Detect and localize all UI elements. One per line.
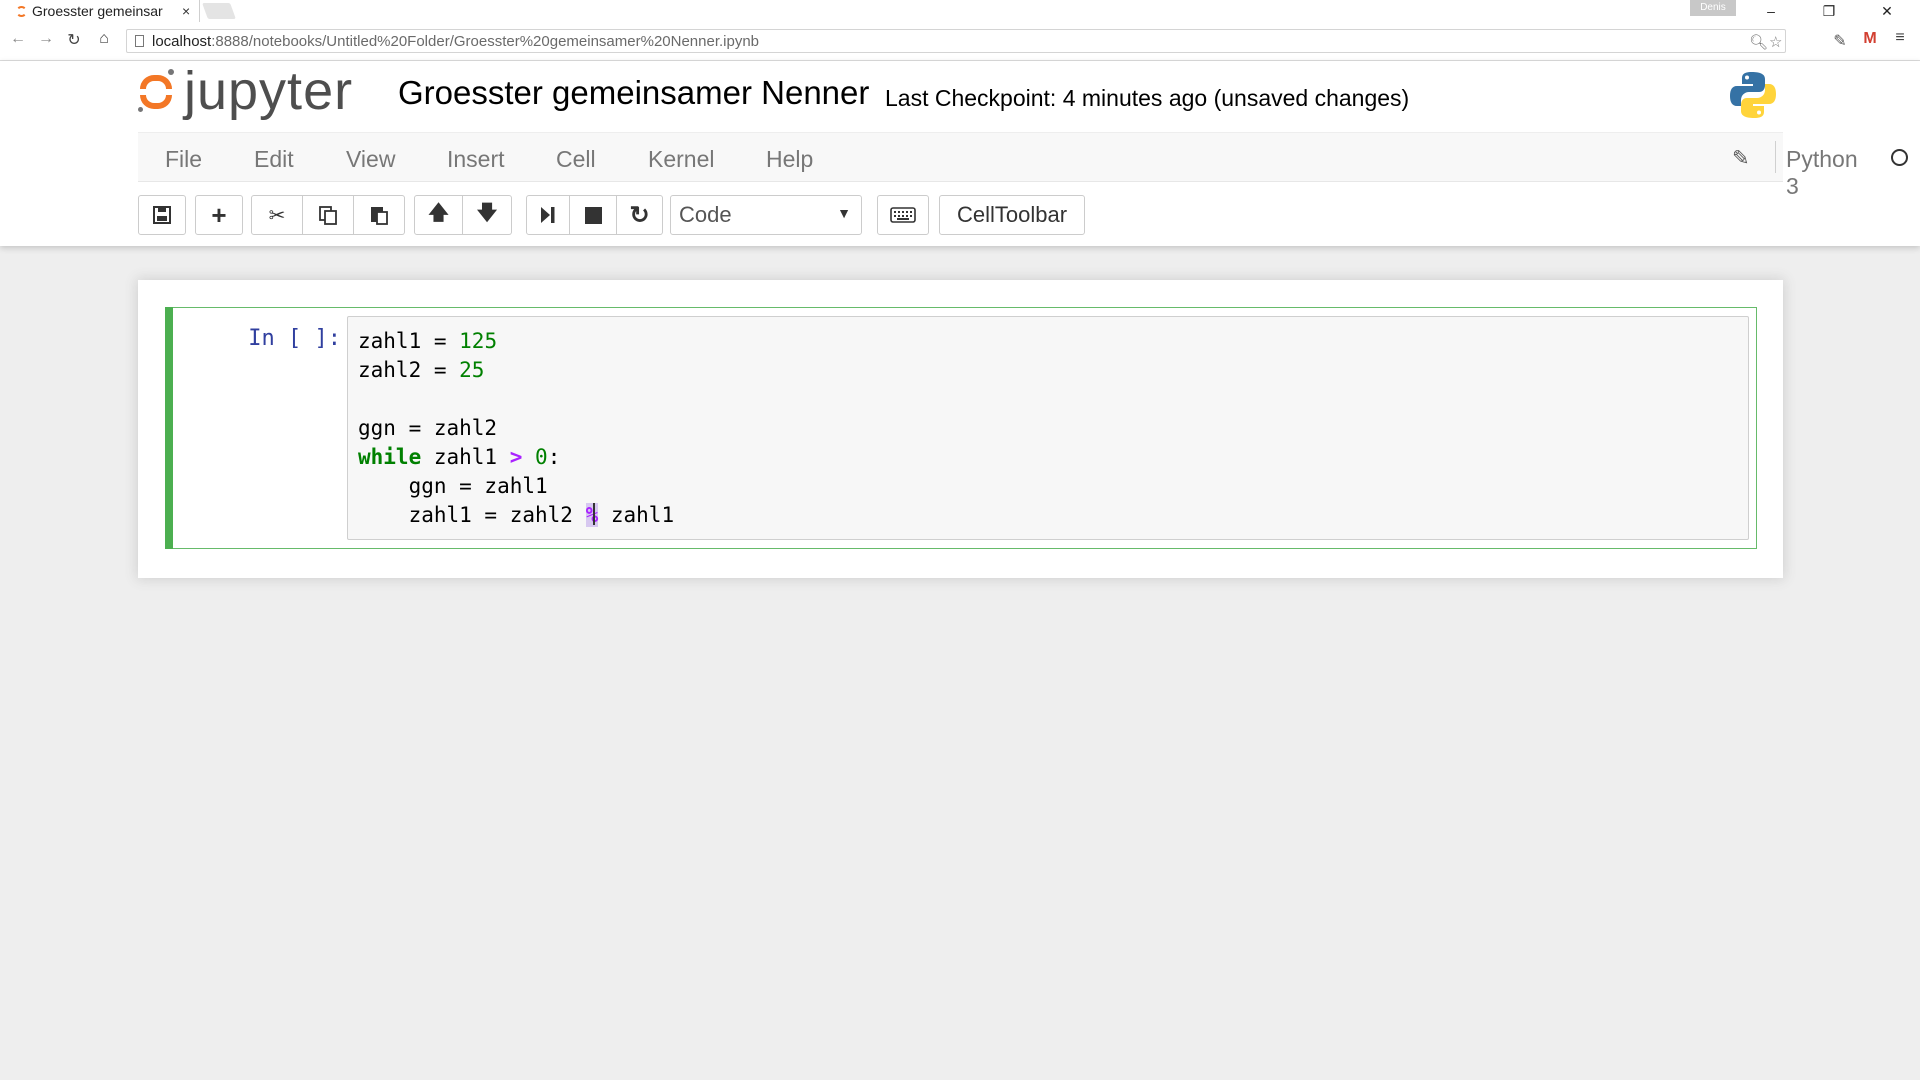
- arrow-up-icon: 🡅: [428, 202, 449, 224]
- menu-edit[interactable]: Edit: [254, 146, 294, 173]
- jupyter-favicon-icon: [16, 5, 27, 17]
- stop-icon: [584, 206, 602, 224]
- code-line: ggn = zahl2: [358, 416, 498, 440]
- chevron-down-icon: ▼: [837, 205, 851, 221]
- scissors-icon: ✂: [268, 204, 286, 227]
- extension-icon[interactable]: ✎: [1830, 31, 1850, 51]
- jupyter-logo-icon: [136, 69, 176, 113]
- notebook-name[interactable]: Groesster gemeinsamer Nenner: [398, 74, 869, 112]
- close-window-icon[interactable]: ✕: [1864, 0, 1910, 22]
- menu-kernel[interactable]: Kernel: [648, 146, 714, 173]
- input-prompt: In [ ]:: [248, 326, 341, 351]
- kernel-idle-indicator-icon: [1891, 149, 1908, 166]
- reload-icon[interactable]: ↻: [64, 30, 84, 50]
- code-line: zahl1 = zahl2 % zahl1: [358, 503, 675, 527]
- notebook-container: In [ ]: zahl1 = 125 zahl2 = 25 ggn = zah…: [138, 280, 1783, 578]
- minimize-icon[interactable]: –: [1748, 0, 1794, 22]
- arrow-down-icon: 🡇: [476, 202, 498, 224]
- interrupt-kernel-button[interactable]: [570, 195, 617, 235]
- jupyter-logo[interactable]: jupyter: [136, 61, 354, 121]
- code-line: zahl1 = 125: [358, 329, 498, 353]
- code-line: ggn = zahl1: [358, 474, 548, 498]
- url-input[interactable]: localhost:8888/notebooks/Untitled%20Fold…: [126, 29, 1786, 53]
- checkpoint-status: Last Checkpoint: 4 minutes ago (unsaved …: [885, 85, 1410, 111]
- tab-title: Groesster gemeinsar: [32, 3, 163, 19]
- copy-icon: [319, 206, 337, 225]
- keyboard-icon: [890, 207, 916, 223]
- run-cell-button[interactable]: [526, 195, 570, 235]
- cell-type-value: Code: [679, 202, 732, 227]
- cut-button[interactable]: ✂: [251, 195, 303, 235]
- celltoolbar-button[interactable]: CellToolbar: [939, 195, 1085, 235]
- browser-tabstrip: Groesster gemeinsar × Denis – ❐ ✕: [0, 0, 1920, 22]
- zoom-icon[interactable]: 🔍︎: [1749, 33, 1768, 51]
- menu-cell[interactable]: Cell: [556, 146, 596, 173]
- edit-mode-pencil-icon: ✎: [1732, 147, 1750, 170]
- tab-close-icon[interactable]: ×: [182, 3, 190, 19]
- gmail-icon[interactable]: M: [1860, 30, 1880, 48]
- move-up-button[interactable]: 🡅: [414, 195, 463, 235]
- cell-type-select[interactable]: Code ▼: [670, 195, 862, 235]
- star-icon[interactable]: ☆: [1769, 33, 1782, 51]
- page-icon: [135, 35, 144, 47]
- restart-kernel-button[interactable]: ↻: [617, 195, 663, 235]
- save-icon: [153, 206, 171, 224]
- menu-insert[interactable]: Insert: [447, 146, 505, 173]
- step-forward-icon: [541, 207, 555, 223]
- kernel-separator: [1775, 141, 1776, 173]
- code-editor[interactable]: zahl1 = 125 zahl2 = 25 ggn = zahl2 while…: [347, 316, 1749, 540]
- paste-icon: [371, 207, 388, 225]
- kernel-name[interactable]: Python 3: [1786, 146, 1858, 200]
- new-tab-button[interactable]: [202, 3, 236, 19]
- code-line: zahl2 = 25: [358, 358, 485, 382]
- python-logo-icon: [1730, 72, 1776, 118]
- forward-arrow-icon[interactable]: →: [36, 30, 56, 48]
- copy-button[interactable]: [303, 195, 354, 235]
- menu-help[interactable]: Help: [766, 146, 813, 173]
- menu-icon[interactable]: ≡: [1890, 29, 1910, 47]
- save-button[interactable]: [138, 195, 186, 235]
- menu-view[interactable]: View: [346, 146, 395, 173]
- profile-badge[interactable]: Denis: [1690, 0, 1736, 16]
- logo-text: jupyter: [184, 61, 354, 121]
- menu-bar: File Edit View Insert Cell Kernel Help ✎…: [138, 132, 1908, 199]
- url-text: localhost:8888/notebooks/Untitled%20Fold…: [152, 32, 760, 50]
- cell-edit-indicator: [165, 307, 173, 549]
- selected-operator: %: [585, 503, 599, 527]
- move-down-button[interactable]: 🡇: [463, 195, 512, 235]
- code-line: while zahl1 > 0:: [358, 445, 561, 469]
- restart-icon: ↻: [629, 201, 650, 229]
- back-arrow-icon[interactable]: ←: [8, 30, 28, 48]
- home-icon[interactable]: ⌂: [94, 30, 114, 48]
- browser-tab[interactable]: Groesster gemeinsar ×: [0, 0, 200, 22]
- address-bar: ← → ↻ ⌂ localhost:8888/notebooks/Untitle…: [0, 22, 1920, 61]
- menu-file[interactable]: File: [165, 146, 202, 173]
- plus-icon: +: [211, 199, 227, 230]
- paste-button[interactable]: [354, 195, 405, 235]
- insert-cell-button[interactable]: +: [195, 195, 243, 235]
- command-palette-button[interactable]: [877, 195, 929, 235]
- restore-icon[interactable]: ❐: [1806, 0, 1852, 22]
- text-cursor-icon: [593, 503, 596, 525]
- code-cell[interactable]: In [ ]: zahl1 = 125 zahl2 = 25 ggn = zah…: [165, 307, 1757, 549]
